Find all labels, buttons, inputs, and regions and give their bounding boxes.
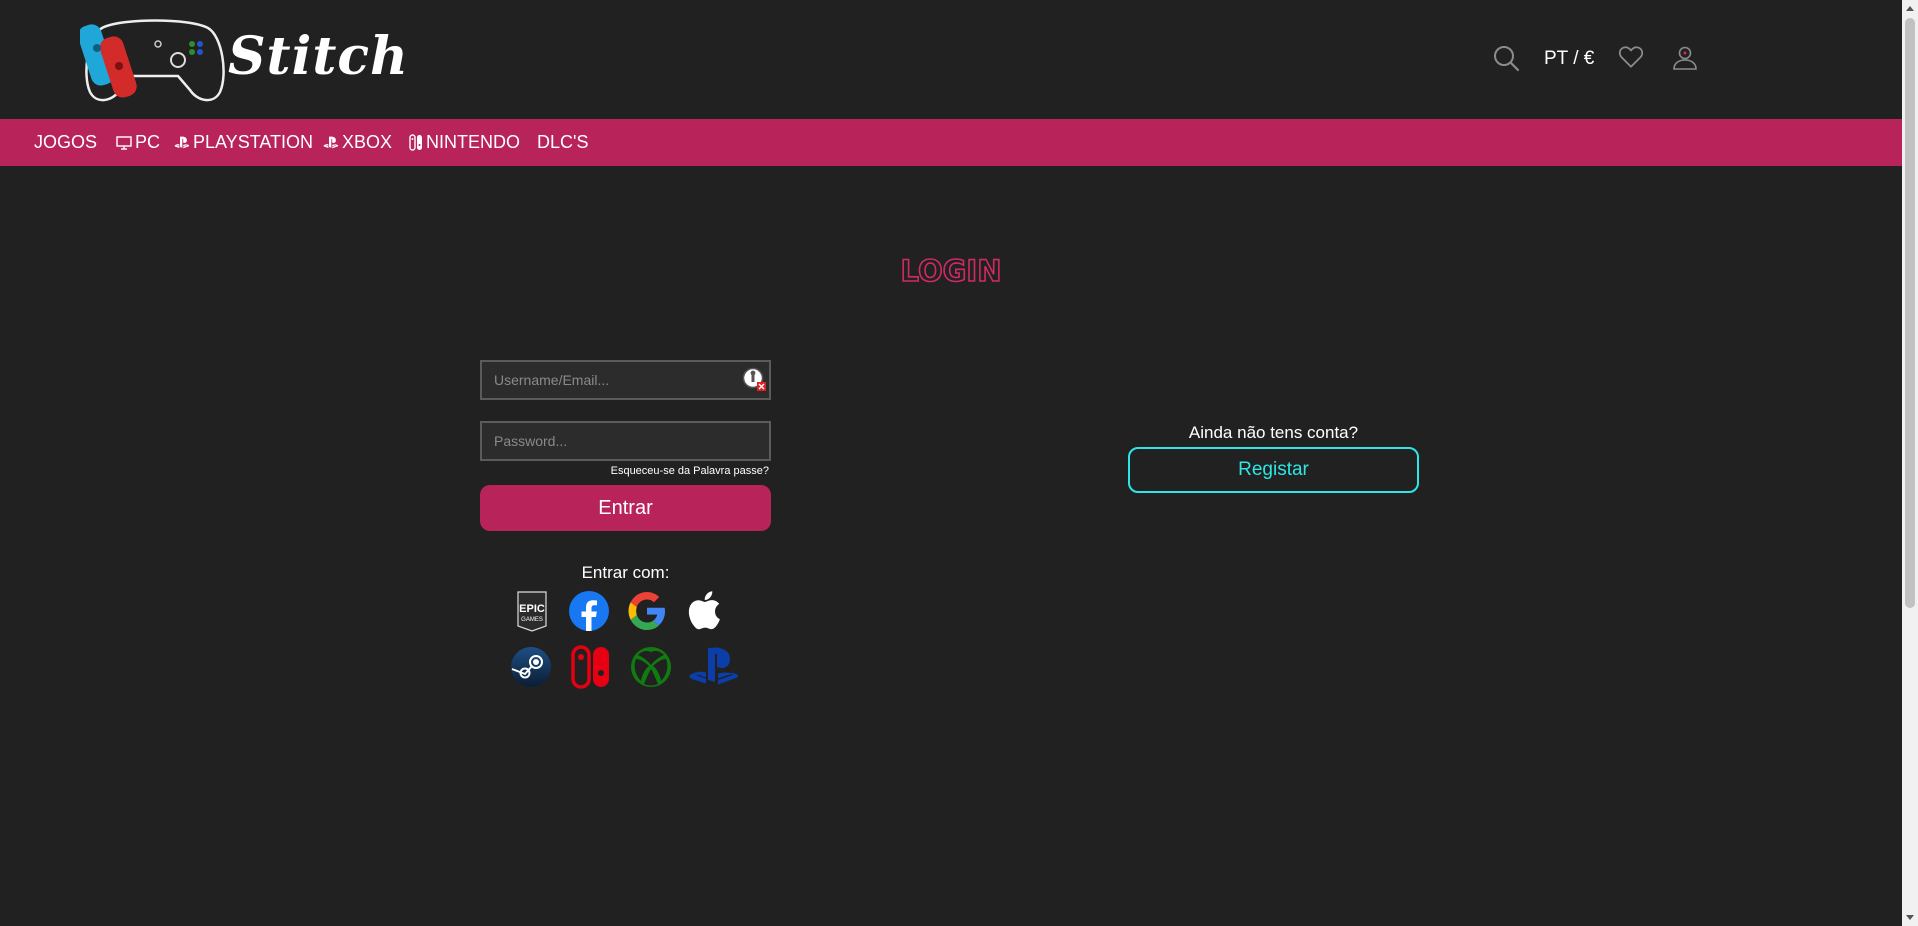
heart-icon[interactable] [1618,44,1644,75]
playstation-icon [174,136,190,149]
steam-icon[interactable] [510,646,552,693]
nav-item-xbox[interactable]: XBOX [323,132,392,153]
password-manager-icon[interactable] [742,367,768,398]
vertical-scrollbar[interactable] [1902,0,1918,926]
social-login-label: Entrar com: [581,563,670,582]
nav-item-jogos[interactable]: JOGOS [34,132,97,153]
nintendo-switch-icon[interactable] [571,645,611,694]
nav-item-label: XBOX [342,132,393,152]
epic-games-icon[interactable]: EPIC GAMES [512,590,552,637]
google-icon[interactable] [626,590,668,637]
svg-text:EPIC: EPIC [519,603,545,615]
nav-item-dlcs[interactable]: DLC'S [537,132,588,153]
username-email-field[interactable] [480,360,771,400]
svg-text:GAMES: GAMES [521,617,543,623]
register-button[interactable]: Registar [1128,447,1419,493]
nav-item-label: NINTENDO [426,132,520,152]
locale-selector[interactable]: PT / € [1544,48,1594,70]
search-icon[interactable] [1492,44,1520,77]
nav-item-label: PC [135,132,161,152]
playstation-logo-icon[interactable] [688,646,742,691]
scroll-down-arrow-icon[interactable] [1906,915,1914,920]
switch-icon [409,134,422,151]
nav-item-label: JOGOS [34,132,98,152]
nav-item-label: DLC'S [537,132,589,152]
facebook-icon[interactable] [568,590,610,637]
forgot-password-link[interactable]: Esqueceu-se da Palavra passe? [480,465,769,477]
scroll-up-arrow-icon[interactable] [1906,6,1914,11]
playstation-icon [323,136,339,149]
logo-text[interactable]: Stitch [228,26,409,87]
page-title: LOGIN [900,253,1003,289]
xbox-icon[interactable] [630,646,672,693]
scroll-thumb[interactable] [1905,18,1915,608]
nav-item-playstation[interactable]: PLAYSTATION [174,132,313,153]
no-account-prompt: Ainda não tens conta? [1188,423,1359,442]
nav-item-pc[interactable]: PC [116,132,160,153]
main-nav: JOGOS PC PLAYSTATION XBOX NINTENDO DLC'S [0,119,1902,166]
login-button[interactable]: Entrar [480,485,771,531]
nav-item-label: PLAYSTATION [193,132,314,152]
password-field[interactable] [480,421,771,461]
user-icon[interactable] [1672,44,1698,77]
nav-item-nintendo[interactable]: NINTENDO [409,132,520,153]
apple-icon[interactable] [684,588,722,637]
monitor-icon [116,135,132,150]
site-header: Stitch PT / € [0,0,1902,119]
controller-logo-icon [77,19,225,102]
